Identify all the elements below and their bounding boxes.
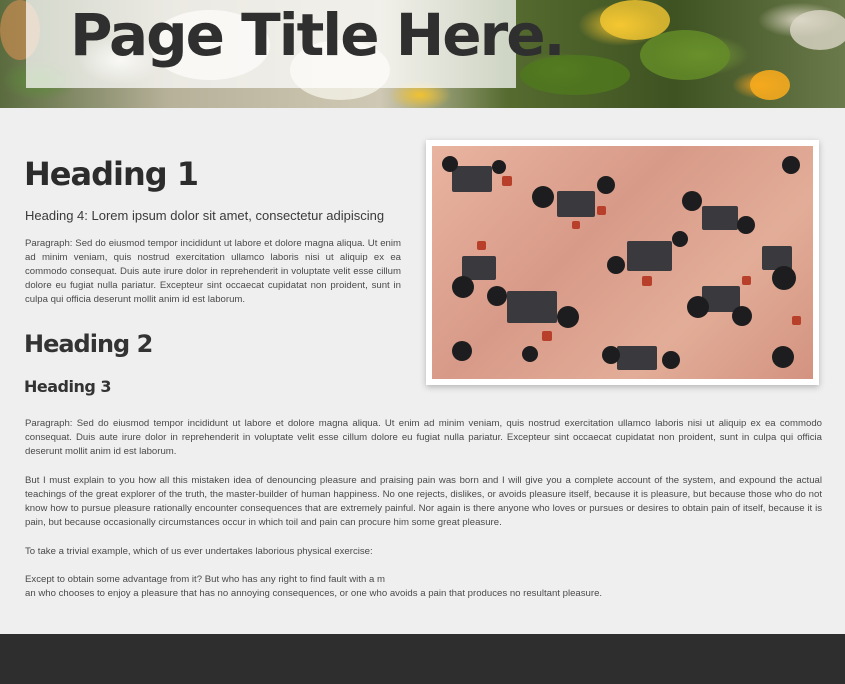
body-paragraph-line: an who chooses to enjoy a pleasure that …: [25, 588, 603, 599]
cafe-photo-frame: [426, 140, 819, 385]
body-paragraph: Paragraph: Sed do eiusmod tempor incidid…: [25, 418, 822, 457]
body-paragraph: To take a trivial example, which of us e…: [25, 546, 373, 557]
cafe-photo: [432, 146, 813, 379]
page-title: Page Title Here.: [70, 1, 566, 69]
intro-paragraph: Paragraph: Sed do eiusmod tempor incidid…: [25, 238, 401, 305]
body-paragraph: Except to obtain some advantage from it?…: [25, 573, 822, 601]
hero-banner: Page Title Here.: [0, 0, 845, 108]
heading-3: Heading 3: [24, 377, 112, 396]
body-paragraph-line: Except to obtain some advantage from it?…: [25, 574, 385, 585]
heading-2: Heading 2: [24, 330, 153, 358]
heading-1: Heading 1: [24, 155, 199, 193]
heading-4: Heading 4: Lorem ipsum dolor sit amet, c…: [25, 208, 385, 223]
body-paragraph: But I must explain to you how all this m…: [25, 475, 822, 528]
footer: [0, 634, 845, 684]
